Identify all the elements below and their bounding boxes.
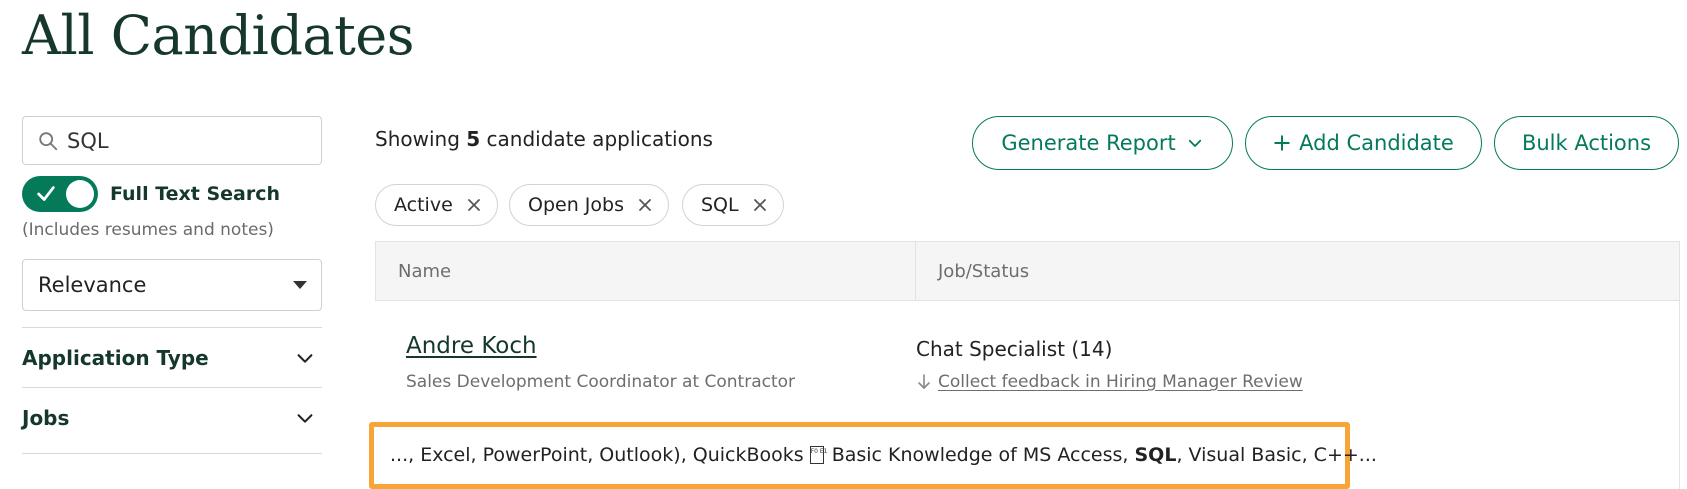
filter-label: Jobs (22, 405, 70, 430)
filter-jobs[interactable]: Jobs (22, 387, 322, 447)
candidate-subtitle: Sales Development Coordinator at Contrac… (406, 372, 796, 392)
chip-label: Open Jobs (528, 194, 624, 216)
full-text-search-row: Full Text Search (22, 176, 280, 212)
table-header: Name Job/Status (375, 241, 1680, 301)
snippet-after: , Visual Basic, C++... (1176, 444, 1377, 466)
chip-label: Active (394, 194, 453, 216)
filter-chip-active: Active (375, 184, 498, 226)
filter-label: Application Type (22, 345, 209, 370)
page-title: All Candidates (22, 4, 414, 67)
chevron-down-icon (1188, 139, 1201, 147)
snippet-match: SQL (1134, 444, 1177, 466)
generate-report-label: Generate Report (1001, 131, 1176, 155)
chip-label: SQL (701, 194, 739, 216)
bulk-actions-label: Bulk Actions (1521, 131, 1652, 155)
caret-down-icon (293, 281, 307, 289)
search-icon (39, 131, 58, 150)
search-match-snippet: ..., Excel, PowerPoint, Outlook), QuickB… (390, 444, 1377, 466)
filter-chip-sql: SQL (682, 184, 784, 226)
snippet-before: ..., Excel, PowerPoint, Outlook), QuickB… (390, 444, 804, 466)
arrow-down-icon (918, 374, 930, 389)
results-count: Showing 5 candidate applications (375, 127, 713, 151)
candidate-job: Chat Specialist (14) (916, 337, 1113, 361)
column-header-job-status[interactable]: Job/Status (916, 242, 1679, 300)
sort-select[interactable]: Relevance (22, 259, 322, 311)
close-icon[interactable] (753, 198, 767, 212)
full-text-search-toggle[interactable] (22, 176, 98, 212)
candidate-name-link[interactable]: Andre Koch (406, 333, 537, 359)
filter-chip-open-jobs: Open Jobs (509, 184, 669, 226)
table-border (1679, 301, 1680, 489)
snippet-mid: Basic Knowledge of MS Access, (831, 444, 1129, 466)
results-suffix: candidate applications (486, 127, 713, 151)
results-prefix: Showing (375, 127, 460, 151)
search-box[interactable] (22, 116, 322, 165)
close-icon[interactable] (638, 198, 652, 212)
unknown-glyph-icon: F0 E1 (809, 446, 827, 464)
add-candidate-button[interactable]: Add Candidate (1245, 116, 1482, 170)
toggle-knob (66, 180, 94, 208)
bulk-actions-button[interactable]: Bulk Actions (1494, 116, 1679, 170)
column-header-name[interactable]: Name (376, 242, 916, 300)
chevron-down-icon (297, 353, 313, 363)
full-text-search-label: Full Text Search (110, 183, 281, 205)
chevron-down-icon (297, 413, 313, 423)
check-icon (37, 186, 55, 201)
sidebar-divider (22, 453, 322, 454)
filter-application-type[interactable]: Application Type (22, 327, 322, 387)
status-action-link[interactable]: Collect feedback in Hiring Manager Revie… (938, 372, 1303, 392)
results-number: 5 (466, 127, 481, 151)
close-icon[interactable] (467, 198, 481, 212)
add-candidate-label: Add Candidate (1299, 131, 1454, 155)
full-text-search-hint: (Includes resumes and notes) (22, 220, 274, 240)
candidate-status: Collect feedback in Hiring Manager Revie… (916, 372, 1303, 392)
generate-report-button[interactable]: Generate Report (972, 116, 1233, 170)
sort-select-value: Relevance (38, 273, 147, 297)
search-input[interactable] (67, 128, 297, 153)
plus-icon (1274, 135, 1290, 151)
